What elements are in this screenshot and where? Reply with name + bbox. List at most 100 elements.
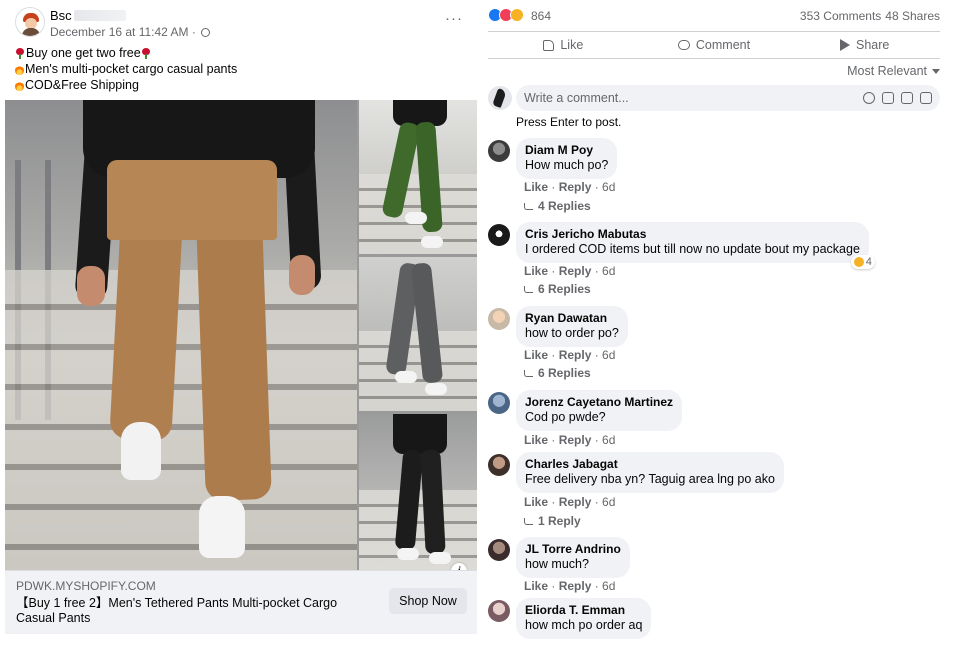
comment-reply-link[interactable]: Reply (559, 495, 592, 509)
comment-actions: Like · Reply · 6d (524, 264, 616, 278)
commenter-avatar[interactable] (488, 539, 510, 561)
comment-button[interactable]: Comment (639, 32, 790, 58)
commenter-name[interactable]: Ryan Dawatan (525, 311, 619, 326)
comment-bubble: Charles Jabagat Free delivery nba yn? Ta… (516, 452, 784, 493)
commenter-avatar[interactable] (488, 600, 510, 622)
commenter-avatar[interactable] (488, 224, 510, 246)
comment-time[interactable]: 6d (602, 433, 615, 447)
commenter-avatar[interactable] (488, 140, 510, 162)
product-photo-green[interactable] (359, 100, 477, 254)
page-avatar[interactable] (15, 7, 45, 37)
reaction-icons[interactable] (488, 8, 524, 22)
commenter-name[interactable]: JL Torre Andrino (525, 542, 621, 557)
commenter-avatar[interactable] (488, 392, 510, 414)
comment-reply-link[interactable]: Reply (559, 264, 592, 278)
comment-bubble: Ryan Dawatan how to order po? (516, 306, 628, 347)
commenter-name[interactable]: Jorenz Cayetano Martinez (525, 395, 673, 410)
commenter-avatar[interactable] (488, 454, 510, 476)
comment-text: how to order po? (525, 326, 619, 340)
link-preview[interactable]: PDWK.MYSHOPIFY.COM 【Buy 1 free 2】Men's T… (5, 570, 477, 634)
link-title[interactable]: 【Buy 1 free 2】Men's Tethered Pants Multi… (16, 596, 356, 626)
commenter-name[interactable]: Charles Jabagat (525, 457, 775, 472)
link-domain: PDWK.MYSHOPIFY.COM (16, 579, 156, 593)
post-header: Bsc December 16 at 11:42 AM · ··· (5, 0, 477, 44)
post-card: Bsc December 16 at 11:42 AM · ··· Buy on… (5, 0, 477, 634)
comment-like-link[interactable]: Like (524, 579, 548, 593)
post-text: Buy one get two free Men's multi-pocket … (15, 45, 465, 93)
rose-icon (15, 47, 25, 59)
post-text-line-1: Buy one get two free (15, 45, 465, 61)
comment-like-link[interactable]: Like (524, 348, 548, 362)
fire-icon (15, 63, 24, 75)
comment-text: I ordered COD items but till now no upda… (525, 242, 860, 256)
comment-bubble: JL Torre Andrino how much? (516, 537, 630, 578)
like-button[interactable]: Like (488, 32, 639, 58)
press-enter-hint: Press Enter to post. (516, 115, 622, 129)
reaction-count[interactable]: 864 (531, 9, 551, 23)
comment-count[interactable]: 353 Comments (800, 9, 881, 23)
shop-now-button[interactable]: Shop Now (389, 588, 467, 614)
comment-reply-link[interactable]: Reply (559, 348, 592, 362)
comment-like-link[interactable]: Like (524, 495, 548, 509)
post-timestamp[interactable]: December 16 at 11:42 AM · (50, 25, 196, 39)
comment-reply-link[interactable]: Reply (559, 579, 592, 593)
comment-like-link[interactable]: Like (524, 180, 548, 194)
post-actions: Like Comment Share (488, 31, 940, 59)
view-replies-link[interactable]: 6 Replies (524, 282, 591, 296)
comment-like-link[interactable]: Like (524, 433, 548, 447)
product-photo-grey[interactable] (359, 257, 477, 411)
product-photo-black[interactable] (359, 414, 477, 570)
comment-time[interactable]: 6d (602, 348, 615, 362)
comment-reply-link[interactable]: Reply (559, 180, 592, 194)
sort-label: Most Relevant (847, 64, 927, 78)
share-button[interactable]: Share (789, 32, 940, 58)
comment-text: how much? (525, 557, 589, 571)
caret-down-icon (932, 68, 940, 74)
more-options-icon[interactable]: ··· (445, 10, 463, 27)
commenter-name[interactable]: Eliorda T. Emman (525, 603, 642, 618)
sort-dropdown[interactable]: Most Relevant (847, 64, 940, 78)
commenter-name[interactable]: Diam M Poy (525, 143, 608, 158)
post-image-collage[interactable] (5, 100, 477, 570)
comment-time[interactable]: 6d (602, 579, 615, 593)
redacted-name (73, 9, 126, 21)
gif-icon[interactable] (901, 92, 913, 104)
comments-panel: 864 353 Comments 48 Shares Like Comment … (478, 0, 955, 647)
reply-arrow-icon (524, 202, 533, 210)
comment-time[interactable]: 6d (602, 495, 615, 509)
emoji-icon[interactable] (863, 92, 875, 104)
reply-arrow-icon (524, 285, 533, 293)
comment-composer (488, 85, 940, 113)
comment-actions: Like · Reply · 6d (524, 495, 616, 509)
commenter-name[interactable]: Cris Jericho Mabutas (525, 227, 860, 242)
comment-time[interactable]: 6d (602, 180, 615, 194)
composer-tools (863, 92, 932, 104)
sticker-icon[interactable] (920, 92, 932, 104)
camera-icon[interactable] (882, 92, 894, 104)
current-user-avatar[interactable] (488, 86, 512, 110)
comment-reaction-badge[interactable]: 4 (850, 255, 875, 269)
rose-icon (141, 47, 151, 59)
product-photo-main[interactable] (5, 100, 357, 570)
commenter-avatar[interactable] (488, 308, 510, 330)
share-count[interactable]: 48 Shares (885, 9, 940, 23)
view-replies-link[interactable]: 4 Replies (524, 199, 591, 213)
reply-arrow-icon (524, 369, 533, 377)
page-name[interactable]: Bsc (50, 8, 72, 23)
share-arrow-icon (840, 39, 850, 51)
comment-actions: Like · Reply · 6d (524, 180, 616, 194)
comment-reply-link[interactable]: Reply (559, 433, 592, 447)
post-meta: December 16 at 11:42 AM · (50, 25, 210, 39)
comment-time[interactable]: 6d (602, 264, 615, 278)
post-text-line-2: Men's multi-pocket cargo casual pants (15, 61, 465, 77)
comment-actions: Like · Reply · 6d (524, 579, 616, 593)
post-stats: 353 Comments 48 Shares (800, 9, 940, 23)
view-replies-link[interactable]: 6 Replies (524, 366, 591, 380)
comment-like-link[interactable]: Like (524, 264, 548, 278)
comment-text: Free delivery nba yn? Taguig area lng po… (525, 472, 775, 486)
comment-text: how mch po order aq (525, 618, 643, 632)
comment-actions: Like · Reply · 6d (524, 433, 616, 447)
comment-text: How much po? (525, 158, 609, 172)
page-name-link[interactable]: Bsc (50, 7, 126, 23)
view-replies-link[interactable]: 1 Reply (524, 514, 581, 528)
